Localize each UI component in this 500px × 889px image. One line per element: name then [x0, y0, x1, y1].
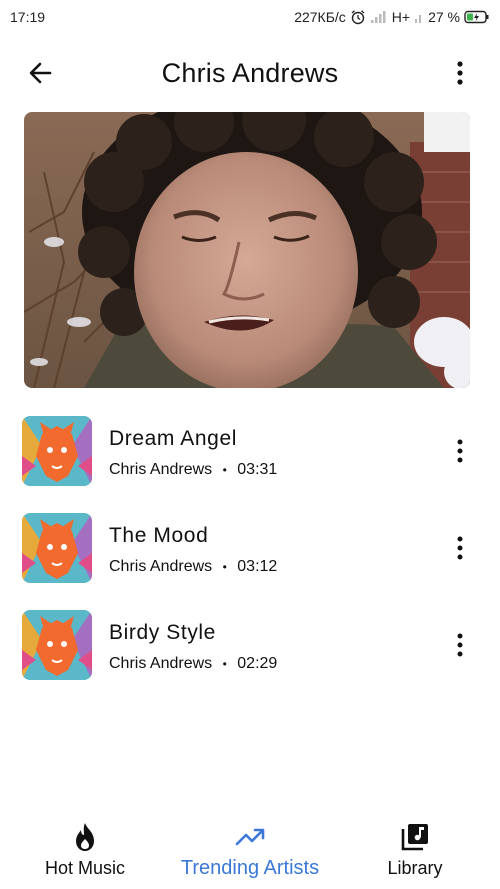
nav-hot-music[interactable]: Hot Music: [30, 812, 140, 879]
track-artist: Chris Andrews: [109, 461, 213, 478]
bottom-navigation: Hot Music Trending Artists Library: [0, 812, 500, 889]
network-speed: 227КБ/с: [294, 9, 346, 25]
status-bar: 17:19 227КБ/с H+ 27 %: [0, 0, 500, 34]
more-vertical-icon: [457, 633, 463, 657]
signal-small-icon: [415, 15, 422, 23]
track-row[interactable]: The Mood Chris Andrews • 03:12: [0, 513, 500, 585]
meta-separator: •: [222, 463, 227, 477]
track-cover-art: [22, 416, 92, 486]
nav-trending-artists[interactable]: Trending Artists: [170, 812, 330, 880]
flame-icon: [76, 823, 94, 851]
track-meta: Chris Andrews • 03:12: [109, 558, 277, 576]
track-duration: 03:12: [237, 558, 278, 575]
track-meta: Chris Andrews • 03:31: [109, 461, 277, 479]
nav-label: Trending Artists: [180, 857, 320, 879]
track-duration: 03:31: [237, 461, 278, 478]
more-vertical-icon: [457, 61, 463, 85]
track-title: Birdy Style: [109, 621, 216, 644]
meta-separator: •: [222, 657, 227, 671]
trending-up-icon: [235, 828, 265, 846]
status-time: 17:19: [10, 9, 46, 25]
artist-photo: [24, 112, 470, 388]
battery-percent: 27 %: [428, 9, 460, 25]
page-title: Chris Andrews: [161, 58, 339, 88]
battery-charging-icon: [464, 10, 489, 24]
track-artist: Chris Andrews: [109, 655, 213, 672]
track-cover-art: [22, 513, 92, 583]
more-vertical-icon: [457, 536, 463, 560]
track-title: Dream Angel: [109, 427, 237, 450]
meta-separator: •: [222, 560, 227, 574]
status-indicators: 227КБ/с H+ 27 %: [294, 9, 490, 25]
app-bar: Chris Andrews: [0, 44, 500, 102]
track-duration: 02:29: [237, 655, 278, 672]
track-more-button[interactable]: [448, 630, 472, 660]
signal-icon: [370, 11, 386, 23]
more-options-button[interactable]: [448, 56, 472, 90]
network-type: H+: [391, 9, 411, 25]
track-row[interactable]: Birdy Style Chris Andrews • 02:29: [0, 610, 500, 682]
library-music-icon: [401, 824, 428, 851]
track-meta: Chris Andrews • 02:29: [109, 655, 277, 673]
track-more-button[interactable]: [448, 436, 472, 466]
track-row[interactable]: Dream Angel Chris Andrews • 03:31: [0, 416, 500, 488]
more-vertical-icon: [457, 439, 463, 463]
track-artist: Chris Andrews: [109, 558, 213, 575]
nav-library[interactable]: Library: [370, 812, 460, 879]
track-cover-art: [22, 610, 92, 680]
track-title: The Mood: [109, 524, 209, 547]
nav-label: Hot Music: [44, 858, 125, 878]
track-more-button[interactable]: [448, 533, 472, 563]
alarm-icon: [351, 10, 365, 25]
nav-label: Library: [387, 858, 443, 878]
